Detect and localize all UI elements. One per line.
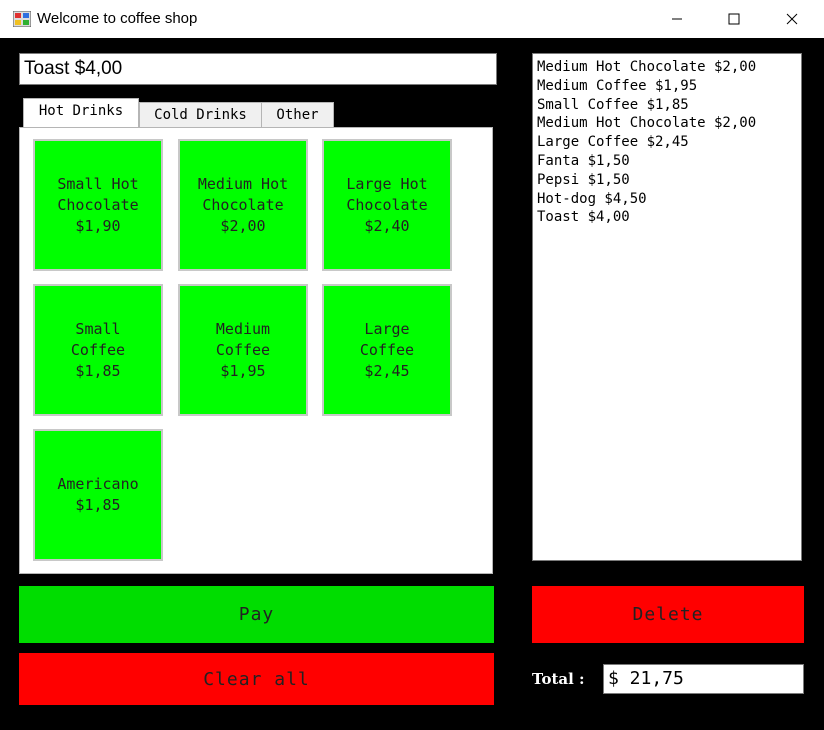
list-item[interactable]: Fanta $1,50 [537, 152, 801, 171]
small-hot-chocolate-button[interactable]: Small Hot Chocolate $1,90 [33, 139, 163, 271]
close-icon [786, 13, 798, 25]
list-item[interactable]: Medium Hot Chocolate $2,00 [537, 114, 801, 133]
list-item[interactable]: Medium Hot Chocolate $2,00 [537, 58, 801, 77]
americano-button[interactable]: Americano $1,85 [33, 429, 163, 561]
pay-button[interactable]: Pay [19, 586, 494, 643]
tab-hot-drinks[interactable]: Hot Drinks [23, 98, 139, 127]
close-button[interactable] [769, 0, 815, 38]
title-bar: Welcome to coffee shop [0, 0, 824, 38]
small-coffee-button[interactable]: Small Coffee $1,85 [33, 284, 163, 416]
app-icon [13, 11, 31, 27]
list-item[interactable]: Medium Coffee $1,95 [537, 77, 801, 96]
total-label: Total : [532, 670, 585, 688]
list-item[interactable]: Toast $4,00 [537, 208, 801, 227]
delete-button[interactable]: Delete [532, 586, 804, 643]
clear-all-button[interactable]: Clear all [19, 653, 494, 705]
medium-coffee-button[interactable]: Medium Coffee $1,95 [178, 284, 308, 416]
list-item[interactable]: Small Coffee $1,85 [537, 96, 801, 115]
order-list[interactable]: Medium Hot Chocolate $2,00 Medium Coffee… [532, 53, 802, 561]
tab-other[interactable]: Other [261, 102, 334, 127]
large-coffee-button[interactable]: Large Coffee $2,45 [322, 284, 452, 416]
large-hot-chocolate-button[interactable]: Large Hot Chocolate $2,40 [322, 139, 452, 271]
maximize-button[interactable] [711, 0, 757, 38]
list-item[interactable]: Hot-dog $4,50 [537, 190, 801, 209]
window-title: Welcome to coffee shop [37, 10, 198, 27]
selected-item-display[interactable]: Toast $4,00 [19, 53, 497, 85]
minimize-button[interactable] [654, 0, 700, 38]
list-item[interactable]: Pepsi $1,50 [537, 171, 801, 190]
medium-hot-chocolate-button[interactable]: Medium Hot Chocolate $2,00 [178, 139, 308, 271]
minimize-icon [672, 18, 682, 20]
tab-cold-drinks[interactable]: Cold Drinks [139, 102, 262, 127]
total-field[interactable]: $ 21,75 [603, 664, 804, 694]
maximize-icon [728, 13, 740, 25]
list-item[interactable]: Large Coffee $2,45 [537, 133, 801, 152]
